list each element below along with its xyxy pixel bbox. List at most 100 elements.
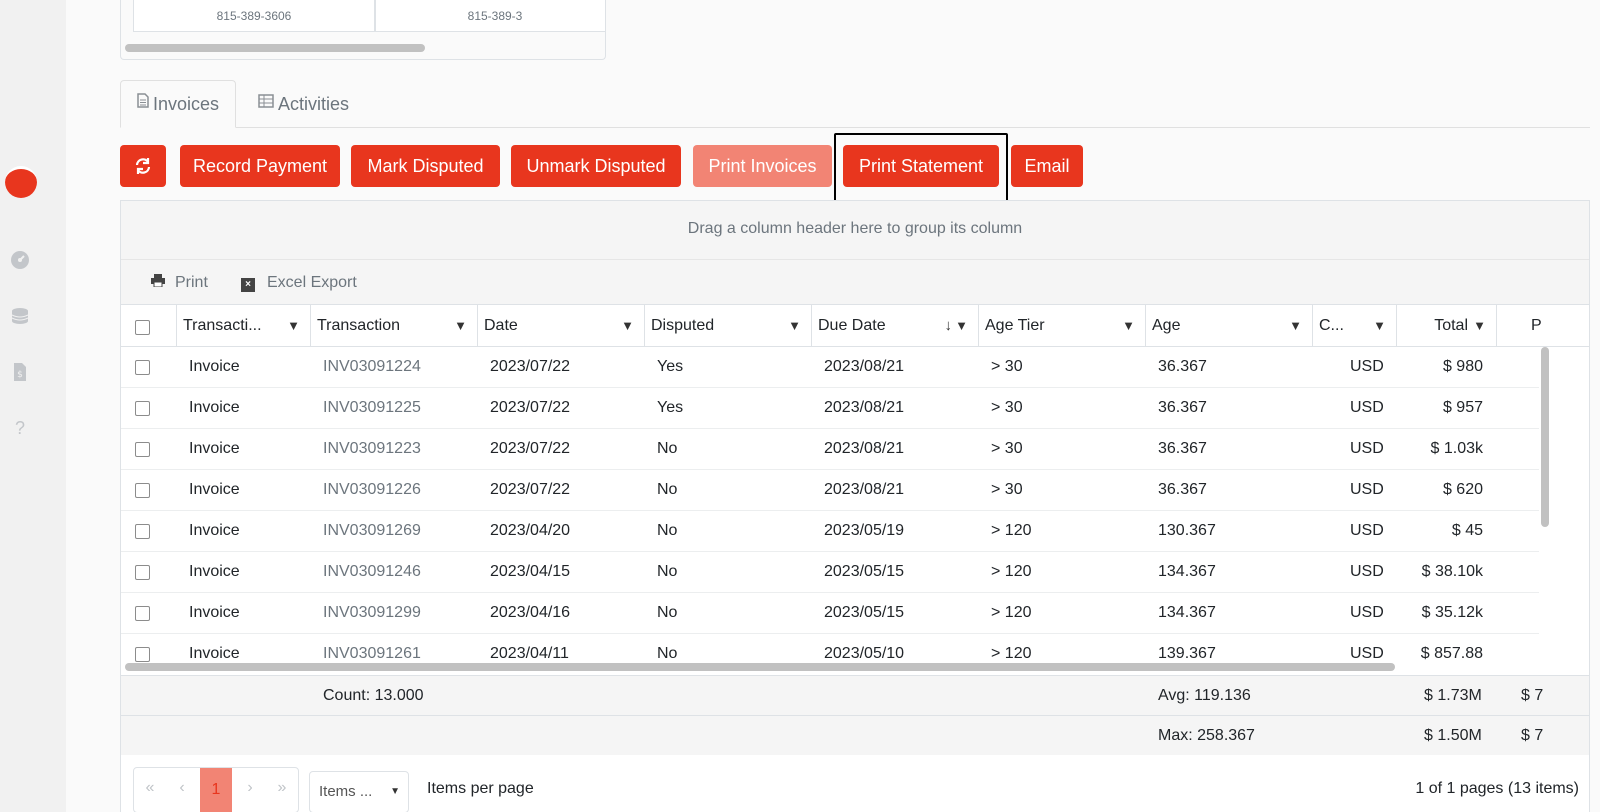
vertical-scrollbar[interactable] xyxy=(1541,347,1549,527)
record-payment-button[interactable]: Record Payment xyxy=(180,145,340,187)
table-row[interactable]: Invoice INV03091225 2023/07/22 Yes 2023/… xyxy=(121,388,1539,429)
dashboard-icon[interactable] xyxy=(10,250,30,270)
svg-text:$: $ xyxy=(17,370,23,380)
select-all-checkbox[interactable] xyxy=(135,320,150,335)
transaction-link[interactable]: INV03091261 xyxy=(323,634,421,663)
last-page-button[interactable]: » xyxy=(266,768,298,812)
transaction-link[interactable]: INV03091299 xyxy=(323,593,421,633)
unmark-disputed-button[interactable]: Unmark Disputed xyxy=(511,145,681,187)
column-header[interactable]: C... ▼ xyxy=(1313,305,1397,347)
transaction-link[interactable]: INV03091223 xyxy=(323,429,421,469)
transaction-link[interactable]: INV03091224 xyxy=(323,347,421,387)
mark-disputed-button[interactable]: Mark Disputed xyxy=(351,145,500,187)
main-content: 815-389-3606 815-389-3 Invoices Activiti… xyxy=(66,0,1600,812)
table-row[interactable]: Invoice INV03091261 2023/04/11 No 2023/0… xyxy=(121,634,1539,663)
table-row[interactable]: Invoice INV03091269 2023/04/20 No 2023/0… xyxy=(121,511,1539,552)
column-header[interactable]: P xyxy=(1497,305,1589,347)
table-row[interactable]: Invoice INV03091246 2023/04/15 No 2023/0… xyxy=(121,552,1539,593)
filter-icon[interactable]: ▼ xyxy=(1473,305,1486,347)
grid-toolbar: Print × Excel Export xyxy=(121,260,1589,305)
filter-icon[interactable]: ▼ xyxy=(287,305,300,347)
app-logo[interactable] xyxy=(5,166,37,198)
table-row[interactable]: Invoice INV03091299 2023/04/16 No 2023/0… xyxy=(121,593,1539,634)
transaction-link[interactable]: INV03091225 xyxy=(323,388,421,428)
type-cell: Invoice xyxy=(189,440,240,457)
refresh-button[interactable] xyxy=(120,145,166,187)
row-checkbox[interactable] xyxy=(135,401,150,416)
column-header[interactable]: Disputed ▼ xyxy=(645,305,812,347)
print-invoices-button[interactable]: Print Invoices xyxy=(693,145,832,187)
total-max-summary: $ 1.50M xyxy=(1424,727,1482,744)
total-cell: $ 857.88 xyxy=(1420,645,1483,662)
due-date-cell: 2023/05/10 xyxy=(824,645,905,662)
table-row[interactable]: Invoice INV03091226 2023/07/22 No 2023/0… xyxy=(121,470,1539,511)
tab-invoices[interactable]: Invoices xyxy=(120,80,237,128)
first-page-button[interactable]: « xyxy=(134,768,166,812)
row-checkbox[interactable] xyxy=(135,565,150,580)
filter-icon[interactable]: ▼ xyxy=(1289,305,1302,347)
row-checkbox[interactable] xyxy=(135,483,150,498)
column-header[interactable]: Age Tier ▼ xyxy=(979,305,1146,347)
prev-page-button[interactable]: ‹ xyxy=(166,768,198,812)
help-icon[interactable]: ? xyxy=(10,418,30,438)
sort-descending-icon: ↓ xyxy=(944,317,953,334)
date-cell: 2023/07/22 xyxy=(490,358,571,375)
due-date-cell: 2023/08/21 xyxy=(824,399,905,416)
table-row[interactable]: Invoice INV03091224 2023/07/22 Yes 2023/… xyxy=(121,347,1539,388)
filter-icon[interactable]: ▼ xyxy=(1373,305,1386,347)
age-max-summary: Max: 258.367 xyxy=(1158,727,1255,744)
transaction-link[interactable]: INV03091246 xyxy=(323,552,421,592)
filter-icon[interactable]: ▼ xyxy=(955,305,968,347)
age-cell: 36.367 xyxy=(1158,358,1207,375)
transaction-link[interactable]: INV03091226 xyxy=(323,470,421,510)
column-header[interactable]: Age ▼ xyxy=(1146,305,1313,347)
row-checkbox[interactable] xyxy=(135,360,150,375)
printer-icon xyxy=(151,260,165,305)
next-page-button[interactable]: › xyxy=(234,768,266,812)
table-row[interactable]: Invoice INV03091223 2023/07/22 No 2023/0… xyxy=(121,429,1539,470)
tab-activities[interactable]: Activities xyxy=(242,80,365,128)
transaction-link[interactable]: INV03091269 xyxy=(323,511,421,551)
age-tier-cell: > 120 xyxy=(991,522,1032,539)
age-tier-cell: > 30 xyxy=(991,481,1023,498)
type-cell: Invoice xyxy=(189,399,240,416)
excel-export-tool[interactable]: × Excel Export xyxy=(241,260,357,305)
excel-icon: × xyxy=(241,278,255,292)
horizontal-scrollbar[interactable] xyxy=(125,44,425,52)
age-tier-cell: > 30 xyxy=(991,440,1023,457)
items-per-page-select[interactable]: Items ... ▼ xyxy=(309,771,409,812)
column-header[interactable]: Due Date ↓ ▼ xyxy=(812,305,979,347)
row-checkbox[interactable] xyxy=(135,647,150,662)
age-cell: 36.367 xyxy=(1158,481,1207,498)
type-cell: Invoice xyxy=(189,358,240,375)
column-header[interactable]: Total ▼ xyxy=(1397,305,1497,347)
filter-icon[interactable]: ▼ xyxy=(454,305,467,347)
row-checkbox[interactable] xyxy=(135,524,150,539)
invoice-dollar-icon[interactable]: $ xyxy=(10,362,30,382)
column-header[interactable]: Date ▼ xyxy=(478,305,645,347)
currency-cell: USD xyxy=(1350,358,1384,375)
filter-icon[interactable]: ▼ xyxy=(1122,305,1135,347)
due-date-cell: 2023/08/21 xyxy=(824,358,905,375)
currency-cell: USD xyxy=(1350,481,1384,498)
summary-row: Max: 258.367 $ 1.50M $ 7 xyxy=(121,716,1589,756)
row-checkbox[interactable] xyxy=(135,442,150,457)
column-header[interactable]: Transacti... ▼ xyxy=(177,305,311,347)
filter-icon[interactable]: ▼ xyxy=(788,305,801,347)
due-date-cell: 2023/05/19 xyxy=(824,522,905,539)
grid-body: Invoice INV03091224 2023/07/22 Yes 2023/… xyxy=(121,347,1561,663)
group-panel[interactable]: Drag a column header here to group its c… xyxy=(121,201,1589,260)
print-statement-button[interactable]: Print Statement xyxy=(843,145,999,187)
print-tool[interactable]: Print xyxy=(151,260,208,305)
page-1-button[interactable]: 1 xyxy=(200,768,232,812)
horizontal-scrollbar[interactable] xyxy=(125,663,1395,671)
coins-icon[interactable] xyxy=(10,306,30,326)
filter-icon[interactable]: ▼ xyxy=(621,305,634,347)
disputed-cell: Yes xyxy=(657,399,684,416)
age-tier-cell: > 30 xyxy=(991,358,1023,375)
disputed-cell: Yes xyxy=(657,358,684,375)
email-button[interactable]: Email xyxy=(1011,145,1083,187)
table-icon xyxy=(258,81,274,127)
column-header[interactable]: Transaction ▼ xyxy=(311,305,478,347)
row-checkbox[interactable] xyxy=(135,606,150,621)
